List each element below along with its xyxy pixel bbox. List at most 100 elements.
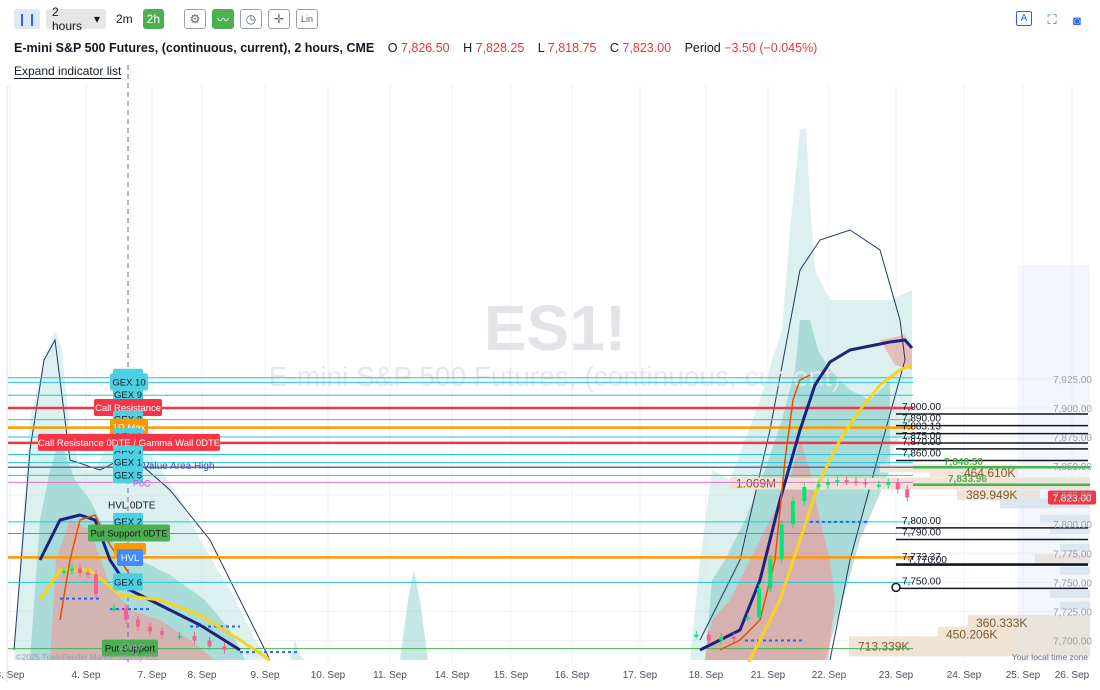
legend-open-value: 7,826.50 <box>400 41 450 55</box>
volume-profile-label: 713.339K <box>858 639 909 653</box>
y-axis-tick: 7,900.00 <box>1053 404 1092 415</box>
x-axis-tick: 22. Sep <box>812 670 847 681</box>
x-axis-tick: 21. Sep <box>751 670 786 681</box>
candle-body <box>207 640 212 647</box>
level-right-label-extra: 7,770.00 <box>908 555 947 566</box>
x-axis-tick: 7. Sep <box>138 670 167 681</box>
x-axis-tick: 18. Sep <box>689 670 724 681</box>
level-chip: HVL <box>114 542 146 566</box>
legend-high-value: 7,828.25 <box>475 41 525 55</box>
candlestick-bars-icon[interactable]: ❙❙ <box>14 9 40 29</box>
candle-body <box>192 635 197 641</box>
x-axis-tick: 14. Sep <box>435 670 470 681</box>
y-axis-tick: 7,750.00 <box>1053 578 1092 589</box>
candle-body <box>177 635 182 638</box>
legend-period-value: −3.50 (−0.045%) <box>724 41 818 55</box>
lin-scale-button[interactable]: Lin <box>296 9 319 29</box>
level-chip: GEX 6 <box>113 573 143 591</box>
level-right-label: 7,870.00 <box>902 437 941 448</box>
fullscreen-icon[interactable]: ⛶ <box>1043 11 1061 29</box>
level-right-label: 7,790.00 <box>902 528 941 539</box>
text-annotation: HVL 0DTE <box>108 500 156 511</box>
x-axis-tick: 17. Sep <box>623 670 658 681</box>
candle-body <box>731 637 736 640</box>
interval-2m-button[interactable]: 2m <box>112 9 137 29</box>
candle-body <box>886 482 891 485</box>
price-tag: 7,848.50 <box>944 457 983 468</box>
x-axis-tick: 10. Sep <box>311 670 346 681</box>
candle-body <box>78 568 82 574</box>
crosshair-icon[interactable]: ✛ <box>268 9 291 29</box>
y-axis-tick: 7,825.00 <box>1053 491 1092 502</box>
camera-icon[interactable]: ◙ <box>1068 11 1086 29</box>
legend-high-label: H <box>463 41 473 55</box>
legend-period-label: Period <box>684 41 721 55</box>
candle-body <box>694 634 699 637</box>
price-tag: 7,833.96 <box>948 474 987 485</box>
interval-2h-button[interactable]: 2h <box>142 9 165 29</box>
x-axis-tick: 16. Sep <box>555 670 590 681</box>
text-annotation: PoC <box>133 478 151 488</box>
candle-body <box>863 482 868 485</box>
candle-body <box>895 482 900 490</box>
volume-profile-label: 389.949K <box>966 488 1017 502</box>
volume-profile-label: 1.069M <box>736 477 776 491</box>
level-chip-label: HVL <box>121 553 139 564</box>
level-chip-label: GEX 6 <box>114 577 142 588</box>
legend-low-value: 7,818.75 <box>547 41 597 55</box>
y-axis-tick: 7,775.00 <box>1053 549 1092 560</box>
x-axis-tick: 26. Sep <box>1055 670 1090 681</box>
interval-select[interactable]: 2 hours ▾ <box>46 5 106 33</box>
level-chip: Put Support 0DTE <box>88 524 170 542</box>
x-axis-tick: 25. Sep <box>1006 670 1041 681</box>
price-chart[interactable]: ES1! E-mini S&P 500 Futures, (continuous… <box>0 0 1100 690</box>
interval-label: 2 hours <box>52 5 83 33</box>
candle-body <box>802 487 807 501</box>
text-annotation: Value Area High <box>143 461 215 472</box>
candle-body <box>86 573 90 576</box>
y-axis-tick: 7,725.00 <box>1053 607 1092 618</box>
level-chip-label: Put Support 0DTE <box>90 529 167 540</box>
candle-body <box>136 619 140 627</box>
candle-body <box>768 559 773 589</box>
candle-body <box>148 626 152 632</box>
expand-indicator-list-link[interactable]: Expand indicator list <box>14 64 122 79</box>
candle-body <box>94 574 98 594</box>
legend-close-value: 7,823.00 <box>622 41 672 55</box>
candle-body <box>791 500 795 525</box>
x-axis-tick: 8. Sep <box>188 670 217 681</box>
candle-body <box>222 646 227 650</box>
legend-low-label: L <box>537 41 545 55</box>
y-axis-tick: 7,700.00 <box>1053 637 1092 648</box>
level-right-label: 7,750.00 <box>902 576 941 587</box>
candle-body <box>826 482 830 485</box>
candle-body <box>745 617 750 620</box>
candle-body <box>779 524 784 560</box>
gear-icon[interactable]: ⚙ <box>184 9 207 29</box>
watermark-symbol: ES1! <box>484 292 626 364</box>
lin-label: Lin <box>301 14 314 24</box>
legend-title: E-mini S&P 500 Futures, (continuous, cur… <box>14 41 375 55</box>
x-axis-tick: 11. Sep <box>373 670 407 681</box>
level-right-label: 7,900.00 <box>902 402 941 413</box>
volume-profile-label: 450.206K <box>946 628 997 642</box>
candle-body <box>706 634 711 641</box>
chevron-down-icon: ▾ <box>93 12 100 26</box>
candle-body <box>816 484 821 487</box>
copyright-label: ©2025 TradeFeeder Market data by ICE <box>16 653 158 662</box>
x-axis-tick: 15. Sep <box>494 670 529 681</box>
candle <box>791 496 795 529</box>
candle-body <box>876 484 881 487</box>
ai-icon[interactable]: A <box>1016 11 1032 26</box>
candle <box>779 520 784 564</box>
level-right-label: 7,800.00 <box>902 516 941 527</box>
line-indicator-icon[interactable]: 〰 <box>212 9 235 29</box>
clock-icon[interactable]: ◷ <box>240 9 263 29</box>
x-axis-tick: 23. Sep <box>879 670 914 681</box>
candle-body <box>160 631 164 635</box>
candle <box>94 570 98 598</box>
chart-legend: E-mini S&P 500 Futures, (continuous, cur… <box>14 41 817 55</box>
watermark-subtitle: E-mini S&P 500 Futures, (continuous, cur… <box>269 361 841 392</box>
candle-body <box>757 588 761 618</box>
timezone-label: Your local time zone <box>1012 652 1089 662</box>
